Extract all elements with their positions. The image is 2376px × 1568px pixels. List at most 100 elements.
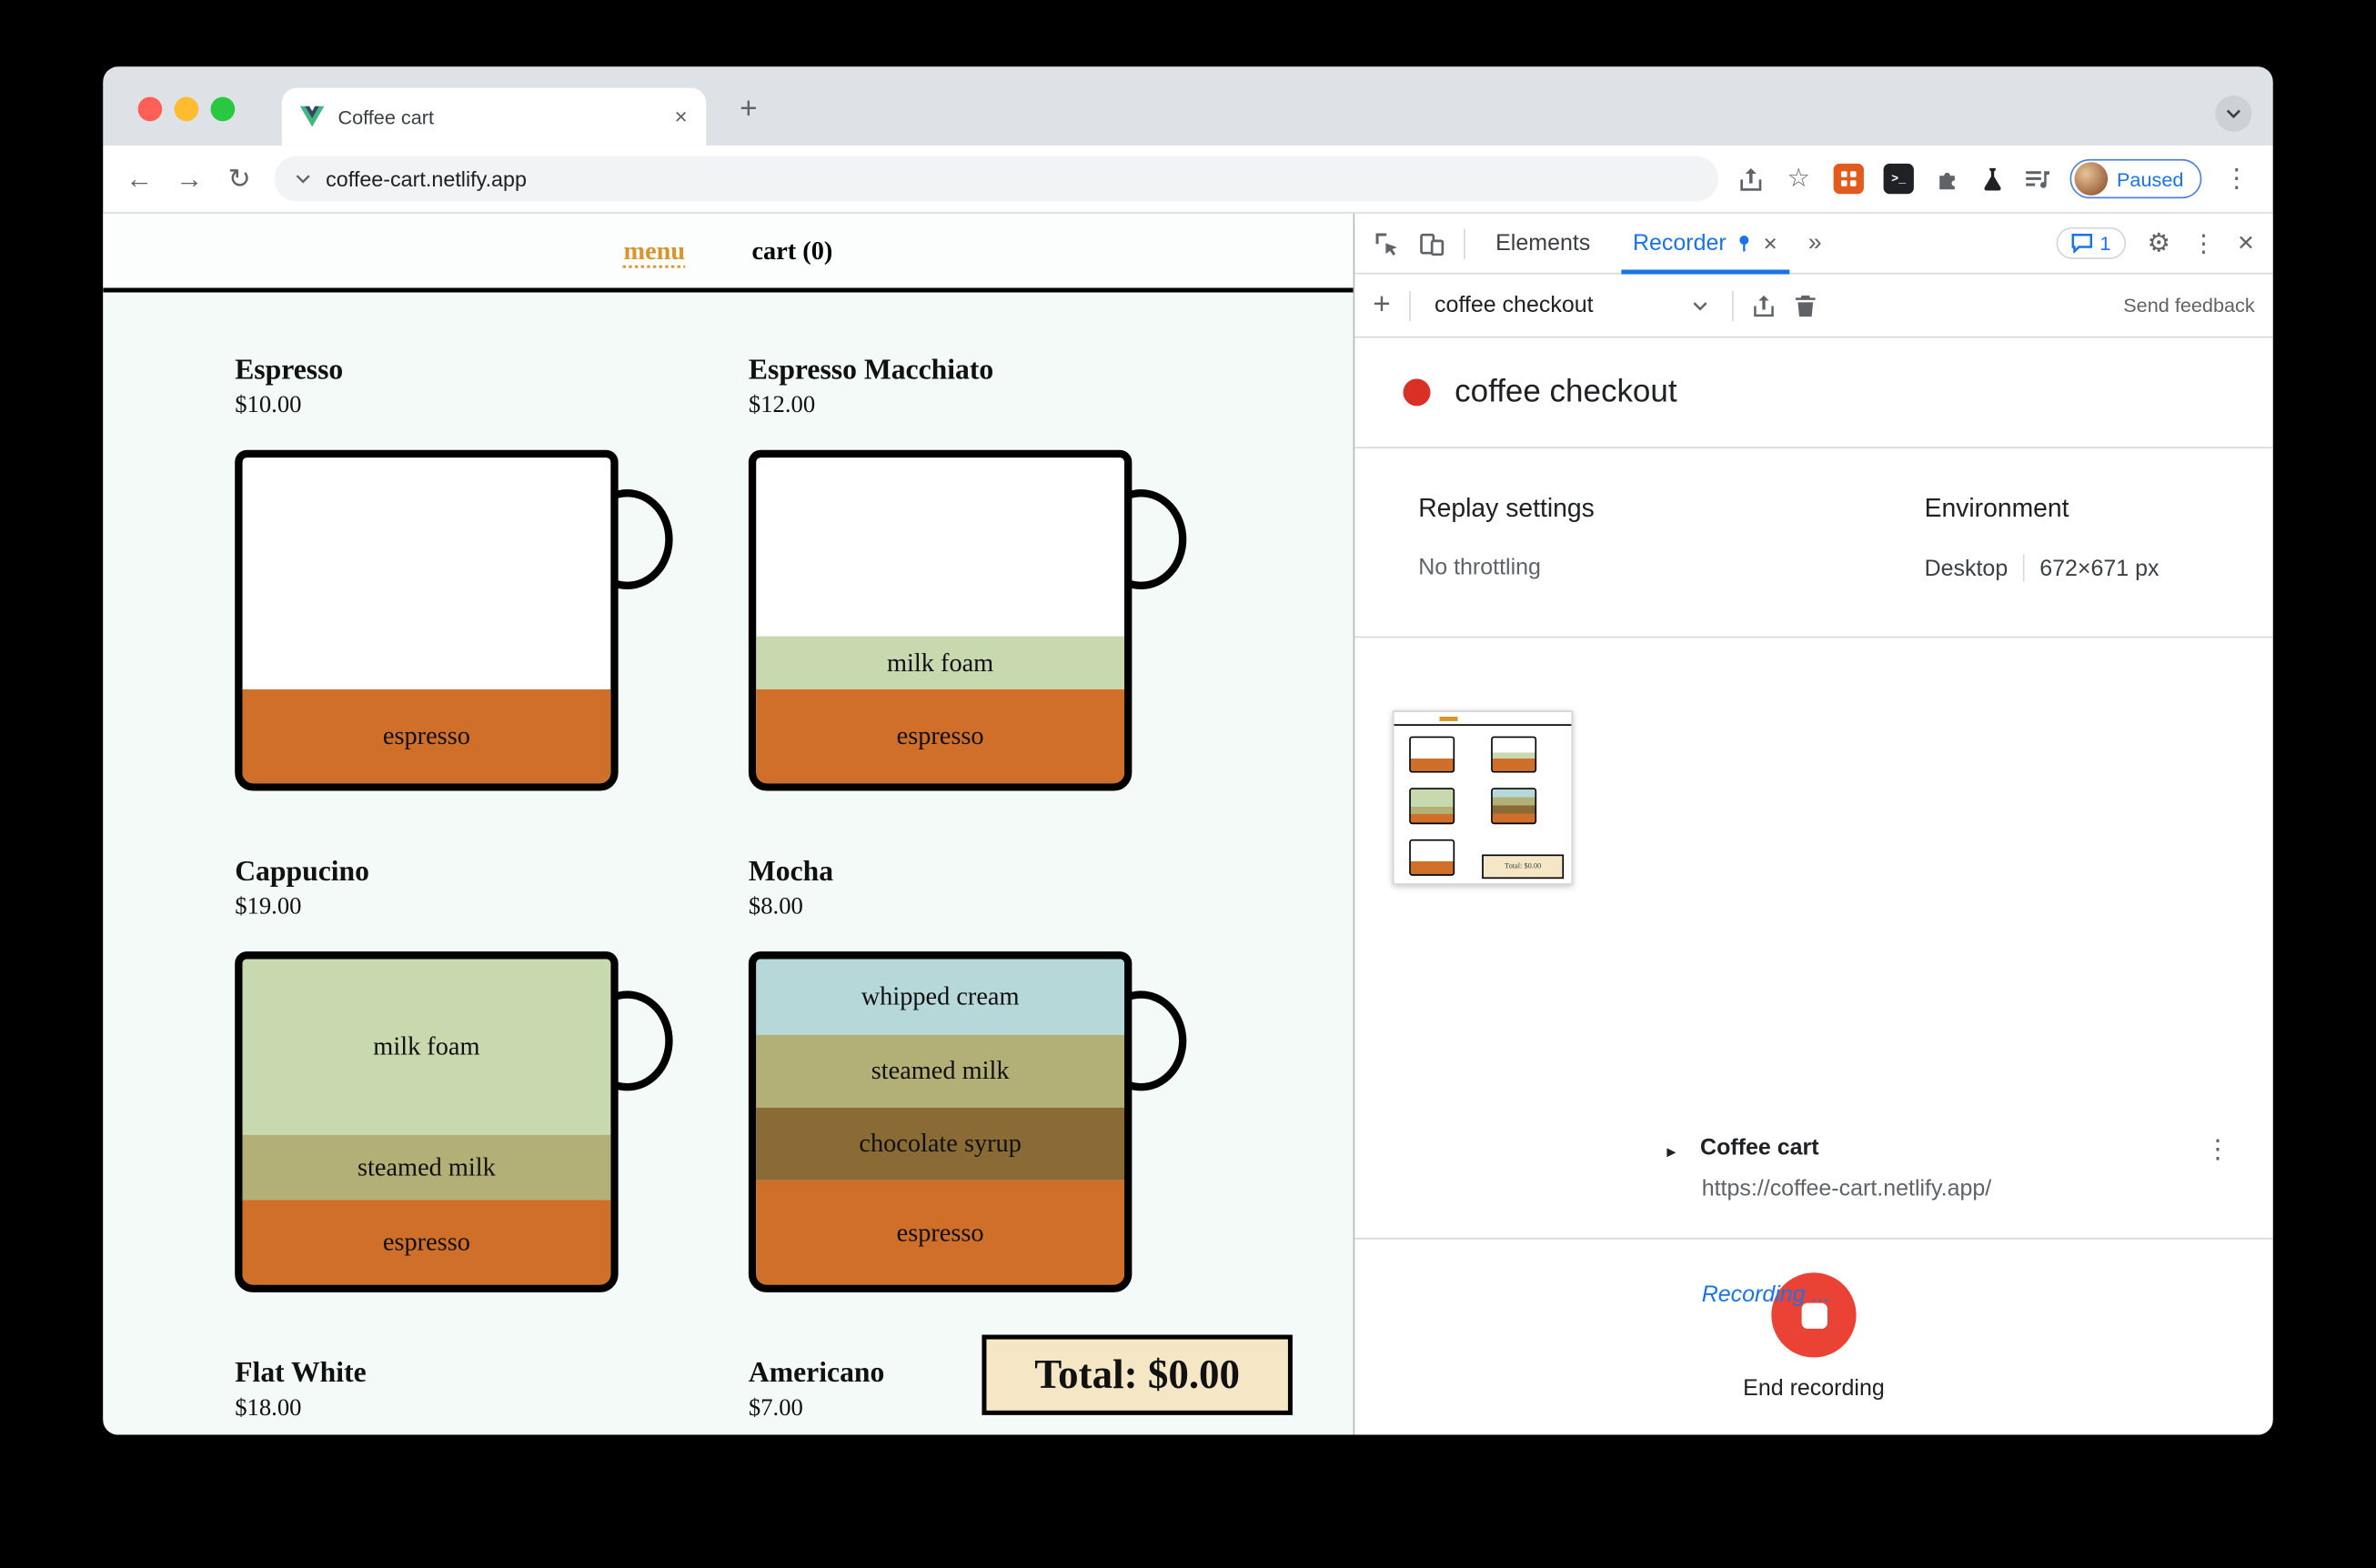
screen: Coffee cart ✕ + ← → ↻ coffee-cart.netlif… (0, 0, 2376, 1568)
thumbnail-total: Total: $0.00 (1482, 854, 1565, 879)
coffee-cup[interactable]: espresso (235, 449, 673, 791)
step-thumbnail: Total: $0.00 (1392, 710, 1574, 885)
cup-layer: espresso (756, 1180, 1125, 1285)
cup-body[interactable]: milk foam espresso (748, 449, 1133, 791)
cup-layer: espresso (242, 689, 611, 784)
recording-select[interactable]: coffee checkout (1428, 292, 1713, 318)
tab-close-icon[interactable]: ✕ (1763, 233, 1778, 254)
cup-layer: espresso (756, 689, 1125, 784)
replay-settings-heading[interactable]: Replay settings (1418, 494, 1595, 524)
inspect-element-icon[interactable] (1373, 229, 1400, 256)
puzzle-extensions-icon[interactable] (1933, 166, 1960, 193)
recording-select-value: coffee checkout (1434, 292, 1594, 318)
flask-extension-icon[interactable] (1980, 166, 2005, 191)
back-button[interactable]: ← (125, 163, 155, 195)
console-messages-badge[interactable]: 1 (2056, 226, 2127, 259)
divider (1731, 290, 1734, 321)
item-name: Flat White (235, 1357, 367, 1390)
export-recording-button[interactable] (1751, 293, 1776, 317)
nav-link-cart[interactable]: cart (0) (751, 236, 832, 266)
settings-gear-icon[interactable]: ⚙ (2147, 228, 2170, 258)
recording-title: coffee checkout (1455, 374, 1677, 409)
console-count: 1 (2099, 231, 2111, 255)
item-price: $10.00 (235, 392, 302, 418)
coffee-cup[interactable]: milk foam steamed milk espresso (235, 951, 673, 1292)
browser-tab[interactable]: Coffee cart ✕ (281, 87, 707, 146)
tab-close-icon[interactable]: ✕ (674, 106, 688, 126)
tab-recorder[interactable]: Recorder ✕ (1620, 213, 1790, 274)
devtools-menu-kebab-icon[interactable]: ⋮ (2191, 228, 2216, 258)
recording-header: coffee checkout (1354, 337, 2273, 449)
url-text: coffee-cart.netlify.app (326, 166, 527, 191)
send-feedback-link[interactable]: Send feedback (2123, 294, 2254, 317)
nav-link-menu[interactable]: menu (624, 236, 686, 266)
reload-button[interactable]: ↻ (225, 163, 255, 195)
cup-layer: milk foam (242, 959, 611, 1135)
environment-heading[interactable]: Environment (1925, 494, 2160, 524)
cup-body[interactable]: espresso (235, 449, 619, 791)
tab-elements[interactable]: Elements (1484, 213, 1603, 274)
divider (1464, 227, 1465, 259)
bookmark-star-icon[interactable]: ☆ (1783, 164, 1813, 194)
app-nav: menu cart (0) (103, 213, 1354, 293)
step-title[interactable]: Coffee cart (1700, 1135, 1819, 1161)
replay-throttling-value: No throttling (1418, 554, 1541, 581)
add-recording-button[interactable]: + (1373, 288, 1390, 323)
browser-menu-kebab-icon[interactable]: ⋮ (2221, 164, 2251, 194)
menu-grid: Espresso $10.00 espresso Espresso Macchi… (235, 353, 1353, 1434)
playlist-extension-icon[interactable] (2024, 166, 2049, 191)
recorder-steps: Total: $0.00 ▸ Coffee cart https://coffe… (1354, 638, 2272, 1308)
cup-layer: whipped cream (756, 959, 1125, 1035)
item-price: $19.00 (235, 893, 302, 920)
coffee-cup[interactable]: whipped cream steamed milk chocolate syrup… (748, 951, 1187, 1292)
coffee-cup[interactable]: milk foam espresso (748, 449, 1187, 791)
divider (1408, 290, 1411, 321)
recording-status: Recording ... (1701, 1282, 1831, 1308)
terminal-extension-icon[interactable]: >_ (1883, 163, 1914, 195)
cup-body[interactable]: milk foam steamed milk espresso (235, 951, 619, 1292)
tab-search-button[interactable] (2215, 95, 2252, 132)
item-price: $8.00 (748, 893, 803, 920)
devtools-close-icon[interactable]: ✕ (2237, 230, 2255, 256)
disclosure-triangle-icon[interactable]: ▸ (1666, 1141, 1676, 1161)
more-tabs-icon[interactable]: » (1808, 229, 1822, 256)
environment-device: Desktop (1924, 555, 2009, 581)
browser-toolbar: ← → ↻ coffee-cart.netlify.app ☆ >_ Pause… (103, 145, 2273, 213)
tab-title: Coffee cart (337, 105, 435, 128)
end-recording-label: End recording (1743, 1375, 1885, 1402)
extension-icon[interactable] (1833, 163, 1864, 195)
coffee-cart-app: menu cart (0) Espresso $10.00 espresso E… (103, 213, 1354, 1435)
window-content: menu cart (0) Espresso $10.00 espresso E… (103, 212, 2273, 1435)
item-name: Cappucino (235, 856, 369, 889)
new-tab-button[interactable]: + (728, 93, 770, 127)
url-bar[interactable]: coffee-cart.netlify.app (274, 156, 1718, 202)
traffic-light-minimize[interactable] (174, 96, 199, 122)
tab-strip: Coffee cart ✕ + (103, 66, 2273, 146)
cup-layer: steamed milk (242, 1134, 611, 1201)
delete-recording-button[interactable] (1794, 293, 1817, 317)
traffic-light-zoom[interactable] (210, 96, 236, 122)
traffic-light-close[interactable] (137, 96, 163, 122)
menu-item: Espresso $10.00 espresso (235, 353, 673, 791)
tab-recorder-label: Recorder (1632, 230, 1727, 256)
divider (2022, 554, 2025, 582)
step-url: https://coffee-cart.netlify.app/ (1701, 1175, 1992, 1201)
menu-item: Espresso Macchiato $12.00 milk foam espre… (748, 353, 1187, 791)
share-button[interactable] (1738, 166, 1764, 191)
item-price: $12.00 (748, 392, 816, 418)
device-toolbar-icon[interactable] (1418, 229, 1445, 256)
recording-dot-icon (1403, 378, 1431, 407)
step-menu-kebab-icon[interactable]: ⋮ (2205, 1135, 2230, 1165)
chevron-down-icon (296, 175, 311, 184)
pin-icon (1736, 234, 1754, 254)
forward-button[interactable]: → (175, 163, 205, 195)
menu-item: Flat White $18.00 (235, 1356, 618, 1435)
profile-sync-paused-button[interactable]: Paused (2069, 158, 2202, 199)
devtools-tab-bar: Elements Recorder ✕ » 1 ⚙ ⋮ ✕ (1354, 213, 2273, 275)
browser-window: Coffee cart ✕ + ← → ↻ coffee-cart.netlif… (103, 66, 2273, 1435)
environment-viewport: 672×671 px (2039, 555, 2160, 581)
cart-total[interactable]: Total: $0.00 (982, 1334, 1293, 1415)
chevron-down-icon (1692, 301, 1707, 310)
devtools-panel: Elements Recorder ✕ » 1 ⚙ ⋮ ✕ + coffee c… (1353, 213, 2273, 1435)
cup-body[interactable]: whipped cream steamed milk chocolate syrup… (748, 951, 1133, 1292)
